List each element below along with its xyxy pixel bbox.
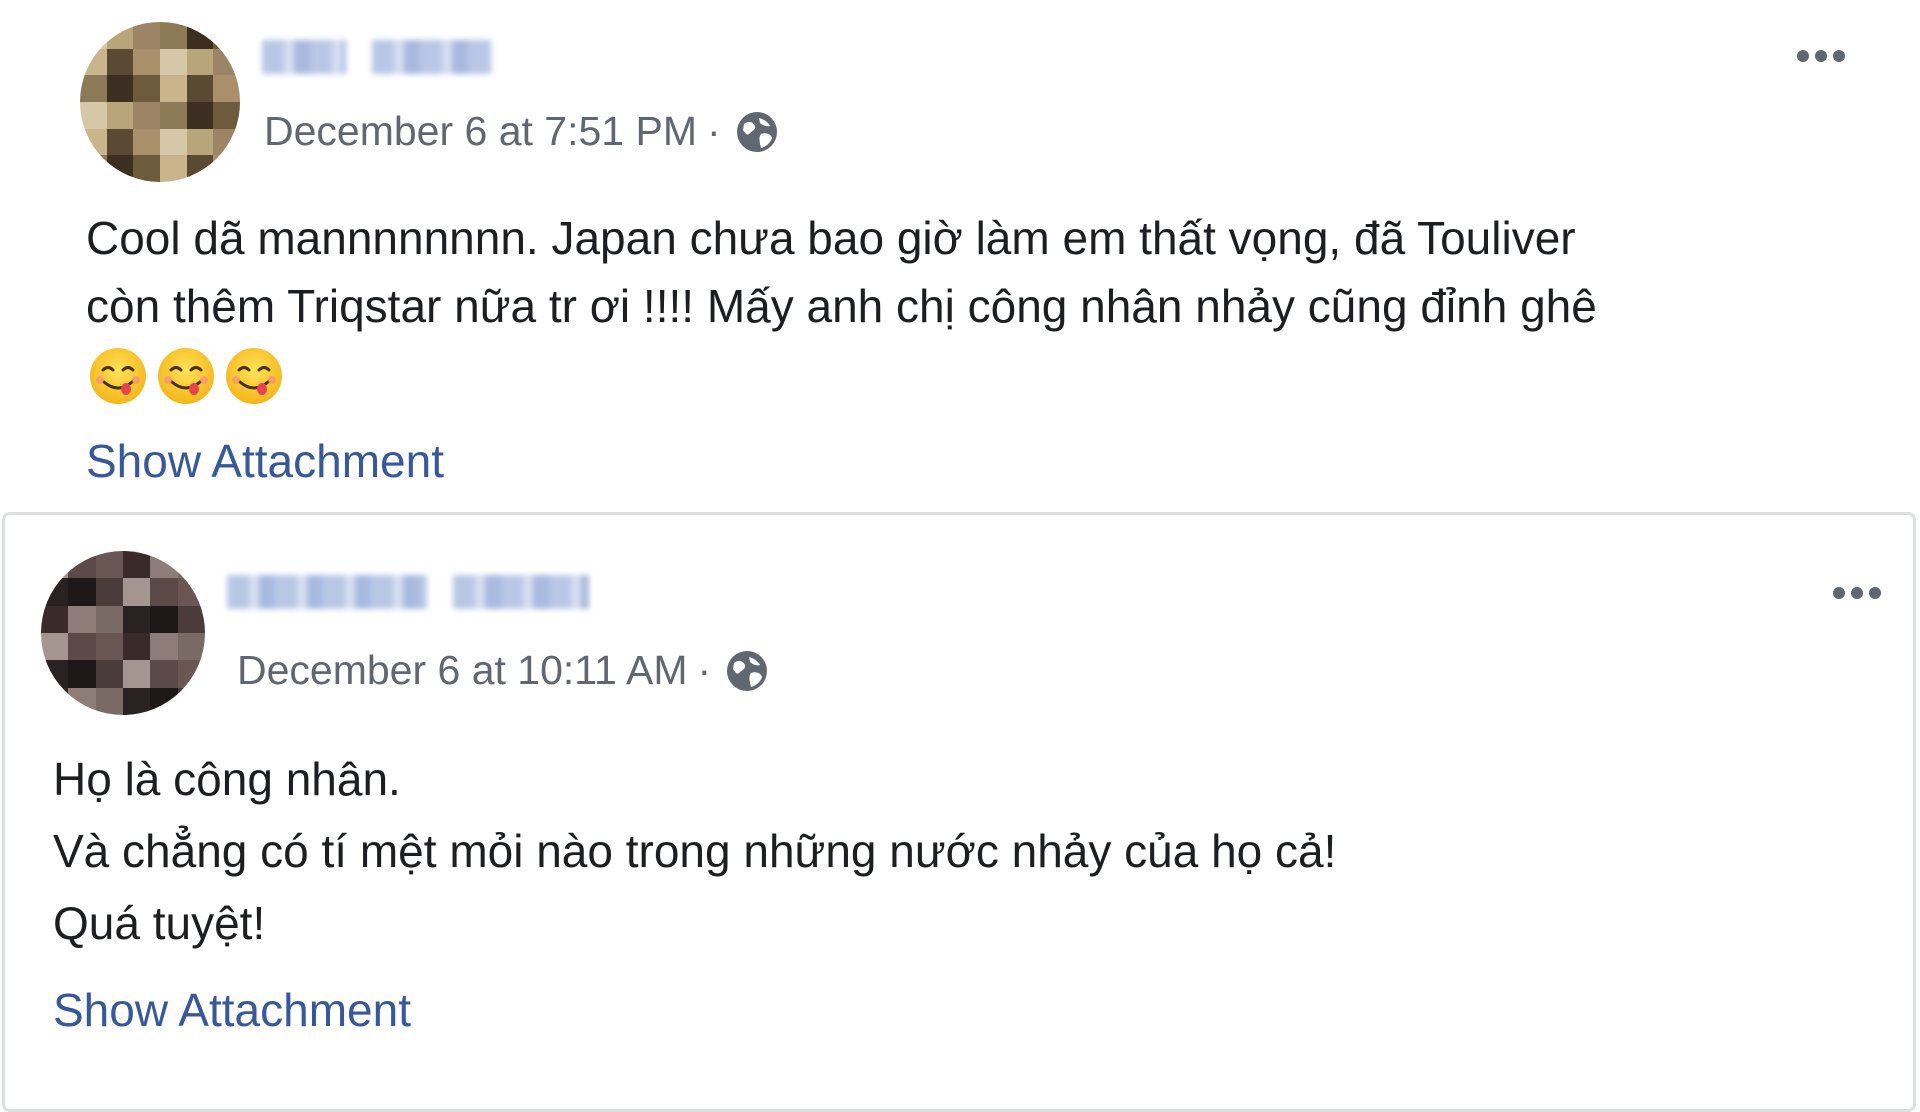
comment-text: Cool dã mannnnnnnn. Japan chưa bao giờ l… — [86, 204, 1846, 340]
avatar-image — [41, 551, 205, 715]
comment-line: còn thêm Triqstar nữa tr ơi !!!! Mấy anh… — [86, 280, 1597, 332]
comment-line: Cool dã mannnnnnnn. Japan chưa bao giờ l… — [86, 212, 1576, 264]
show-attachment-link[interactable]: Show Attachment — [86, 434, 444, 488]
avatar-image — [80, 22, 240, 182]
savoring-food-emoji-icon — [90, 348, 146, 404]
savoring-food-emoji-icon — [226, 348, 282, 404]
globe-icon[interactable] — [725, 649, 769, 693]
post-timestamp[interactable]: December 6 at 7:51 PM — [264, 108, 697, 155]
emoji-row — [88, 346, 284, 406]
more-options-icon[interactable] — [1797, 50, 1845, 62]
comment-line: Quá tuyệt! — [53, 897, 266, 949]
comment-post: December 6 at 7:51 PM · Cool dã mannnnnn… — [0, 0, 1920, 510]
author-name-blurred[interactable] — [227, 575, 589, 609]
comment-line: Họ là công nhân. — [53, 753, 401, 805]
avatar[interactable] — [41, 551, 205, 715]
comment-line: Và chẳng có tí mệt mỏi nào trong những n… — [53, 825, 1337, 877]
meta-separator: · — [697, 647, 712, 693]
more-options-icon[interactable] — [1833, 587, 1881, 599]
post-timestamp[interactable]: December 6 at 10:11 AM — [237, 647, 687, 694]
comment-post: December 6 at 10:11 AM · Họ là công nhân… — [2, 512, 1916, 1112]
post-meta: December 6 at 7:51 PM · — [264, 108, 779, 155]
comment-text: Họ là công nhân. Và chẳng có tí mệt mỏi … — [53, 743, 1813, 959]
show-attachment-link[interactable]: Show Attachment — [53, 983, 411, 1037]
meta-separator: · — [706, 108, 721, 154]
savoring-food-emoji-icon — [158, 348, 214, 404]
avatar[interactable] — [80, 22, 240, 182]
author-name-blurred[interactable] — [262, 40, 492, 74]
globe-icon[interactable] — [735, 110, 779, 154]
post-meta: December 6 at 10:11 AM · — [237, 647, 769, 694]
